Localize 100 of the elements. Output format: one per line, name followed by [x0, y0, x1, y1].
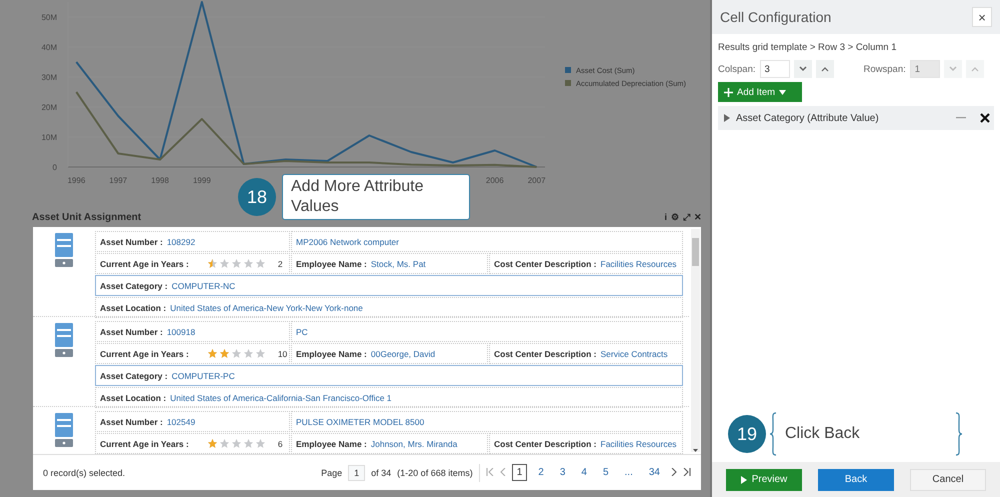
field-label: Employee Name : [296, 348, 367, 358]
field-label: Asset Number : [100, 326, 163, 336]
chevron-down-icon [798, 66, 806, 72]
increment-button[interactable] [816, 60, 834, 78]
x-tick-label: 1997 [109, 176, 128, 185]
description-link[interactable]: PC [296, 326, 308, 336]
item-range: (1-20 of 668 items) [397, 468, 473, 478]
back-button[interactable]: Back [818, 468, 894, 490]
plus-icon [724, 88, 733, 96]
location-link[interactable]: United States of America-New York-New York-none [170, 302, 363, 312]
y-tick-label: 40M [41, 43, 57, 52]
star-icon [242, 348, 254, 359]
x-tick-label: 2007 [528, 176, 546, 185]
caret-icon [779, 90, 786, 94]
age-value: 2 [278, 258, 283, 268]
y-tick-label: 30M [41, 73, 57, 82]
star-icon [242, 258, 254, 269]
x-tick-label: 1996 [67, 176, 86, 185]
age-value: 10 [278, 348, 288, 358]
field-label: Cost Center Description : [494, 348, 596, 358]
page-count: of 34 [371, 468, 392, 478]
chevron-up-icon [820, 66, 828, 72]
server-icon [55, 413, 73, 447]
y-tick-label: 20M [41, 103, 57, 112]
span-label: Rowspan: [864, 64, 906, 74]
page-link[interactable]: 34 [644, 464, 665, 481]
x-tick-label: 2006 [486, 176, 504, 185]
span-field[interactable]: 3 [760, 60, 790, 78]
next-page-icon[interactable] [671, 468, 677, 478]
age-value: 6 [278, 438, 283, 448]
field-label: Asset Location : [100, 392, 166, 402]
page-link[interactable]: ... [620, 464, 638, 481]
y-tick-label: 10M [41, 133, 57, 142]
panel-tool[interactable]: ⤢ [683, 212, 690, 223]
breadcrumb: Results grid template > Row 3 > Column 1 [717, 41, 898, 55]
asset-number-link[interactable]: 102549 [166, 416, 196, 426]
panel-tool[interactable]: i [664, 212, 667, 223]
field-label: Employee Name : [296, 438, 367, 448]
field-label: Asset Category : [100, 370, 168, 380]
item-row[interactable]: Asset Category (Attribute Value) [718, 106, 994, 130]
asset-number-link[interactable]: 108292 [166, 236, 196, 246]
field-label: Cost Center Description : [494, 438, 596, 448]
cost-center-link[interactable]: Facilities Resources [600, 258, 677, 268]
step-badge: 19 [728, 415, 766, 453]
left-brace-icon [769, 412, 777, 456]
chevron-up-icon [970, 66, 979, 72]
y-tick-label: 50M [41, 13, 57, 22]
category-link[interactable]: COMPUTER-NC [172, 280, 236, 290]
field-label: Asset Location : [100, 302, 166, 312]
field-label: Asset Number : [100, 416, 163, 426]
y-tick-label: 0 [52, 163, 57, 172]
last-page-icon[interactable] [683, 468, 691, 478]
decrement-button[interactable] [794, 60, 812, 78]
location-link[interactable]: United States of America-California-San Francisco-Office 1 [170, 392, 392, 402]
field-label: Current Age in Years : [100, 258, 189, 268]
page-link[interactable]: 5 [598, 464, 614, 481]
cost-center-link[interactable]: Facilities Resources [600, 438, 677, 448]
x-tick-label: 1998 [151, 176, 169, 185]
field-label: Current Age in Years : [100, 348, 189, 358]
delete-icon[interactable] [980, 113, 990, 123]
panel-tool[interactable]: ✕ [694, 212, 702, 223]
star-icon [230, 348, 242, 359]
x-tick-label: 1999 [193, 176, 211, 185]
preview-button[interactable]: Preview [726, 468, 802, 490]
scrollbar[interactable] [691, 229, 700, 452]
category-link[interactable]: COMPUTER-PC [172, 370, 235, 380]
page-link[interactable]: 1 [512, 464, 528, 481]
employee-link[interactable]: Johnson, Mrs. Miranda [370, 438, 458, 448]
field-label: Asset Category : [100, 280, 168, 290]
star-icon [242, 438, 254, 449]
star-icon [206, 348, 218, 359]
star-icon [254, 348, 266, 359]
callout-text: Click Back [785, 425, 861, 443]
cancel-button[interactable]: Cancel [910, 468, 986, 490]
star-icon [230, 258, 242, 269]
employee-link[interactable]: Stock, Ms. Pat [370, 258, 426, 268]
page-input[interactable]: 1 [348, 464, 366, 480]
callout-text: Add More Attribute Values [282, 174, 470, 220]
step-badge: 18 [238, 178, 276, 216]
page-link[interactable]: 3 [554, 464, 570, 481]
page-link[interactable]: 4 [576, 464, 592, 481]
panel-tool[interactable]: ⚙ [671, 212, 679, 223]
star-icon [218, 258, 230, 269]
star-icon [206, 438, 218, 449]
page-link[interactable]: 2 [533, 464, 549, 481]
employee-link[interactable]: 00George, David [370, 348, 436, 358]
field-label: Current Age in Years : [100, 438, 189, 448]
cost-center-link[interactable]: Service Contracts [600, 348, 668, 358]
server-icon [55, 323, 73, 357]
expand-icon[interactable] [724, 114, 730, 122]
page-label: Page [321, 468, 342, 478]
description-link[interactable]: PULSE OXIMETER MODEL 8500 [296, 416, 424, 426]
star-icon [206, 258, 218, 269]
item-label: Asset Category (Attribute Value) [736, 112, 880, 124]
description-link[interactable]: MP2006 Network computer [296, 236, 399, 246]
close-button[interactable]: × [972, 7, 992, 27]
add-item-button[interactable]: Add Item [718, 82, 802, 102]
dialog-title: Cell Configuration [720, 9, 832, 25]
asset-number-link[interactable]: 100918 [166, 326, 196, 336]
selection-count: 0 record(s) selected. [43, 468, 126, 478]
